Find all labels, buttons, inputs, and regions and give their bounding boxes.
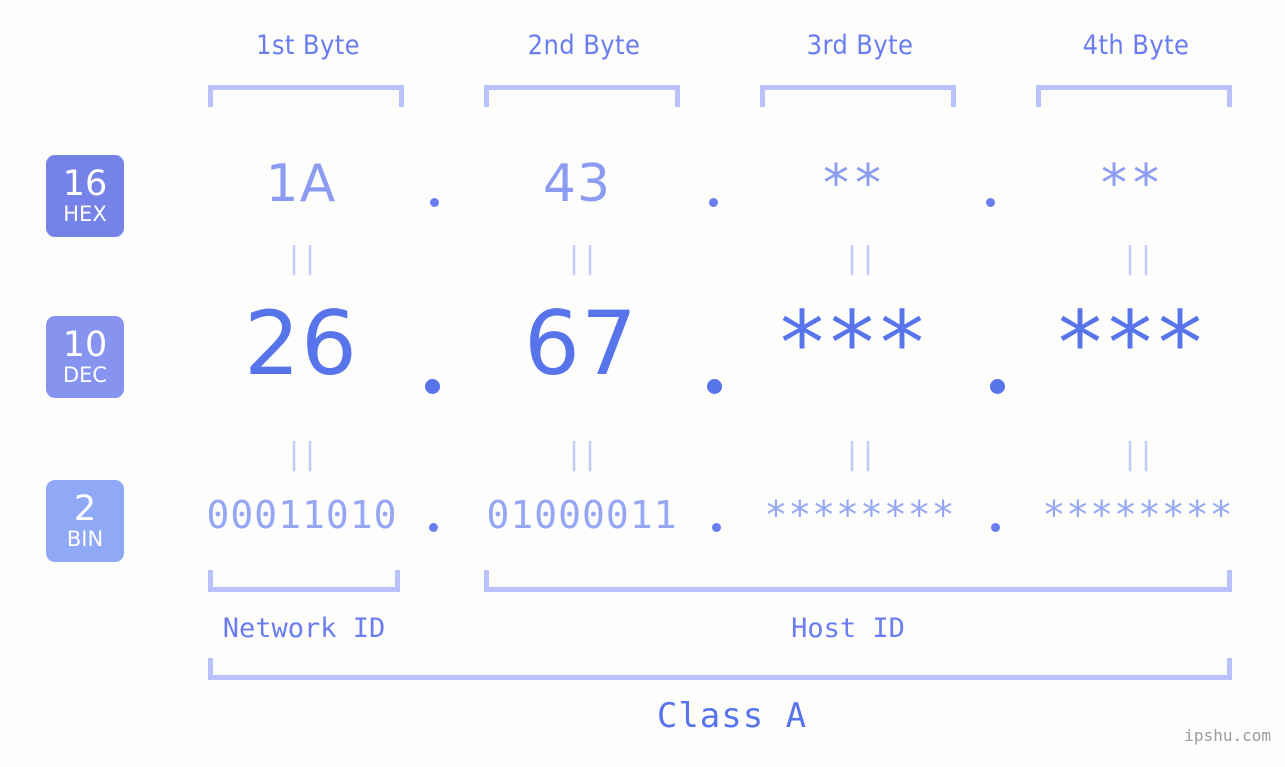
radix-badge-dec[interactable]: 10 DEC: [46, 316, 124, 398]
bin-byte-3: ********: [764, 493, 956, 537]
hex-separator-dot-1: [430, 198, 439, 207]
radix-badge-dec-label: DEC: [62, 363, 108, 387]
host-id-label: Host ID: [791, 613, 905, 644]
equality-mark-hex-dec-1: ||: [284, 241, 319, 276]
equality-mark-hex-dec-3: ||: [842, 241, 877, 276]
equality-mark-dec-bin-4: ||: [1120, 437, 1155, 472]
bin-byte-4: ********: [1042, 493, 1234, 537]
bin-separator-dot-3: [991, 523, 1000, 532]
network-id-bracket: [208, 570, 400, 592]
equality-mark-hex-dec-4: ||: [1120, 241, 1155, 276]
dec-separator-dot-1: [425, 379, 440, 394]
hex-byte-3: **: [823, 154, 887, 214]
bin-byte-2: 01000011: [486, 493, 678, 537]
byte-bracket-3: [760, 85, 956, 107]
radix-badge-hex-number: 16: [62, 164, 108, 204]
hex-byte-4: **: [1101, 154, 1165, 214]
hex-byte-1: 1A: [265, 154, 337, 214]
host-id-bracket: [484, 570, 1232, 592]
equality-mark-dec-bin-2: ||: [564, 437, 599, 472]
dec-byte-2: 67: [524, 292, 638, 395]
byte-header-4: 4th Byte: [1082, 30, 1190, 61]
equality-mark-dec-bin-3: ||: [842, 437, 877, 472]
class-bracket: [208, 658, 1232, 680]
byte-bracket-4: [1036, 85, 1232, 107]
bin-byte-1: 00011010: [206, 493, 398, 537]
radix-badge-bin-number: 2: [73, 489, 97, 529]
network-id-label: Network ID: [222, 613, 386, 644]
byte-bracket-2: [484, 85, 680, 107]
dec-byte-4: ***: [1058, 292, 1208, 395]
class-label: Class A: [656, 696, 808, 736]
equality-mark-dec-bin-1: ||: [284, 437, 319, 472]
radix-badge-hex[interactable]: 16 HEX: [46, 155, 124, 237]
radix-badge-bin-label: BIN: [66, 527, 104, 551]
dec-byte-3: ***: [780, 292, 930, 395]
bin-separator-dot-2: [712, 523, 721, 532]
bin-separator-dot-1: [429, 523, 438, 532]
radix-badge-bin[interactable]: 2 BIN: [46, 480, 124, 562]
hex-byte-2: 43: [542, 154, 612, 214]
watermark: ipshu.com: [1184, 726, 1271, 745]
hex-separator-dot-3: [986, 198, 995, 207]
dec-separator-dot-2: [707, 379, 722, 394]
radix-badge-dec-number: 10: [62, 325, 108, 365]
byte-header-1: 1st Byte: [255, 30, 361, 61]
ip-address-breakdown-diagram: 1st Byte 2nd Byte 3rd Byte 4th Byte 16 H…: [0, 0, 1285, 767]
hex-separator-dot-2: [709, 198, 718, 207]
byte-bracket-1: [208, 85, 404, 107]
byte-header-2: 2nd Byte: [527, 30, 641, 61]
dec-byte-1: 26: [244, 292, 358, 395]
equality-mark-hex-dec-2: ||: [564, 241, 599, 276]
dec-separator-dot-3: [990, 379, 1005, 394]
byte-header-3: 3rd Byte: [806, 30, 914, 61]
radix-badge-hex-label: HEX: [63, 202, 107, 226]
